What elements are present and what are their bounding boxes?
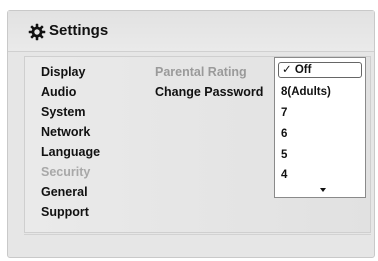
dropdown-option-label: Off	[294, 64, 312, 76]
check-icon: ✓	[282, 64, 292, 76]
dropdown-option-4[interactable]: 4	[281, 167, 287, 183]
menu-item-audio[interactable]: Audio	[41, 82, 131, 102]
dropdown-option-8-adults[interactable]: 8(Adults)	[281, 84, 331, 100]
security-submenu: Parental Rating Change Password	[155, 62, 265, 102]
dropdown-option-7[interactable]: 7	[281, 105, 287, 121]
settings-panel: Display Audio System Network Language Se…	[24, 56, 371, 233]
submenu-item-parental-rating[interactable]: Parental Rating	[155, 62, 265, 82]
dropdown-option-6[interactable]: 6	[281, 126, 287, 142]
menu-item-security[interactable]: Security	[41, 162, 131, 182]
scroll-down-arrow-icon[interactable]	[320, 188, 326, 192]
parental-rating-dropdown[interactable]: ✓ Off 8(Adults) 7 6 5 4	[274, 57, 366, 198]
submenu-item-change-password[interactable]: Change Password	[155, 82, 265, 102]
main-menu: Display Audio System Network Language Se…	[41, 62, 131, 222]
header-bar: Settings	[8, 11, 374, 52]
menu-item-display[interactable]: Display	[41, 62, 131, 82]
menu-item-network[interactable]: Network	[41, 122, 131, 142]
dropdown-option-5[interactable]: 5	[281, 147, 287, 163]
menu-item-language[interactable]: Language	[41, 142, 131, 162]
footer-divider	[24, 234, 371, 235]
menu-item-system[interactable]: System	[41, 102, 131, 122]
menu-item-support[interactable]: Support	[41, 202, 131, 222]
settings-screen: Settings Display Audio System Network La…	[7, 10, 375, 258]
page-title: Settings	[49, 22, 109, 39]
dropdown-option-off[interactable]: ✓ Off	[282, 62, 311, 78]
gear-icon	[28, 23, 46, 41]
menu-item-general[interactable]: General	[41, 182, 131, 202]
